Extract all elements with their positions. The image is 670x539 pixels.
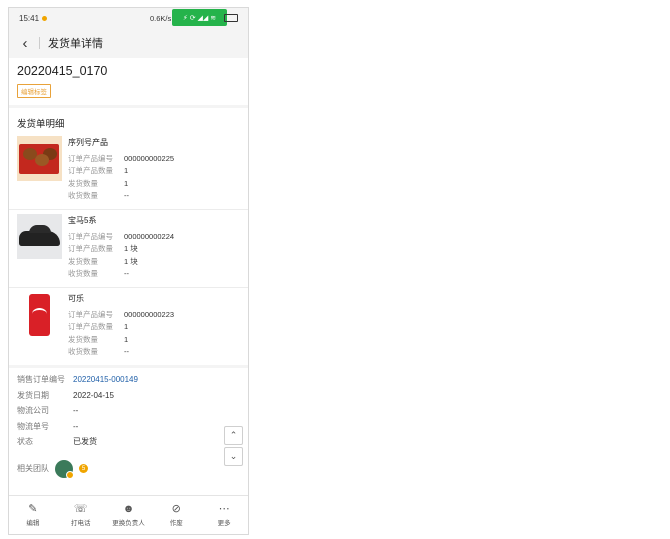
phone-screen: 15:41 0.6K/s ⚡ ⟳ ◢◢ ≋ ‹ 发货单详情 20220415_0… — [8, 7, 249, 535]
chevron-up-icon: ⌃ — [229, 430, 238, 440]
pencil-icon: ✎ — [28, 503, 38, 515]
product-thumbnail — [17, 214, 62, 259]
field-label: 收货数量 — [68, 269, 98, 279]
details-section: 销售订单编号 20220415-000149 发货日期 2022-04-15 物流公… — [9, 368, 248, 497]
edit-button[interactable]: ✎ 编辑 — [9, 496, 57, 534]
status-bar: 15:41 0.6K/s ⚡ ⟳ ◢◢ ≋ — [9, 8, 248, 28]
field-label: 订单产品数量 — [68, 322, 113, 332]
bottom-toolbar: ✎ 编辑 ☏ 打电话 ☻ 更换负责人 ⊘ 作废 ⋯ 更多 — [9, 495, 248, 534]
user-swap-icon: ☻ — [122, 503, 135, 515]
section-title: 发货单明细 — [17, 119, 65, 130]
doc-header: 20220415_0170 编辑标签 — [9, 58, 248, 105]
field-label: 订单产品数量 — [68, 166, 113, 176]
product-row[interactable]: 可乐 订单产品编号 000000000223 订单产品数量 1 发货数量 1 收货数量… — [9, 288, 248, 365]
field-value: 1 块 — [124, 244, 138, 254]
edit-tag-button[interactable]: 编辑标签 — [17, 84, 51, 98]
product-row[interactable]: 宝马5系 订单产品编号 000000000224 订单产品数量 1 块 发货数量 1 … — [9, 210, 248, 288]
more-label: 更多 — [217, 520, 231, 527]
status-toast: ⚡ ⟳ ◢◢ ≋ — [172, 9, 227, 26]
scroll-up-button[interactable]: ⌃ — [224, 426, 243, 445]
field-value: 000000000224 — [124, 231, 175, 241]
field-label: 收货数量 — [68, 191, 98, 201]
items-section: 发货单明细 序列号产品 订单产品编号 000000000225 订单产品数量 1 发… — [9, 108, 248, 365]
field-label: 发货数量 — [68, 334, 98, 344]
field-value: 000000000223 — [124, 309, 175, 319]
field-label: 发货数量 — [68, 178, 98, 188]
scroll-down-button[interactable]: ⌄ — [224, 447, 243, 466]
field-label: 收货数量 — [68, 347, 98, 357]
field-label: 订单产品编号 — [68, 309, 113, 319]
field-value: 1 块 — [124, 256, 138, 266]
field-value: -- — [124, 269, 129, 279]
team-count-badge: 5 — [79, 464, 88, 473]
status-label: 状态 — [17, 437, 33, 447]
ship-date-value: 2022-04-15 — [73, 390, 114, 400]
logistics-company-label: 物流公司 — [17, 406, 49, 416]
ban-icon: ⊘ — [171, 503, 181, 515]
nav-divider — [39, 37, 40, 49]
field-value: 1 — [124, 178, 129, 188]
sales-order-label: 销售订单编号 — [17, 375, 65, 385]
void-button[interactable]: ⊘ 作废 — [152, 496, 200, 534]
network-speed: 0.6K/s — [150, 14, 172, 23]
product-name: 序列号产品 — [68, 138, 108, 147]
sales-order-link[interactable]: 20220415-000149 — [73, 375, 138, 384]
change-owner-button[interactable]: ☻ 更换负责人 — [105, 496, 153, 534]
logistics-company-value: -- — [73, 406, 79, 416]
chevron-left-icon[interactable]: ‹ — [13, 35, 37, 52]
field-label: 订单产品编号 — [68, 231, 113, 241]
call-button[interactable]: ☏ 打电话 — [57, 496, 105, 534]
product-thumbnail — [17, 136, 62, 181]
product-name: 宝马5系 — [68, 216, 97, 225]
status-time: 15:41 — [19, 13, 40, 23]
notification-dot-icon — [42, 15, 48, 21]
call-label: 打电话 — [70, 520, 91, 527]
field-label: 订单产品数量 — [68, 244, 113, 254]
field-value: 1 — [124, 166, 129, 176]
more-button[interactable]: ⋯ 更多 — [200, 496, 248, 534]
status-value: 已发货 — [73, 437, 97, 447]
battery-icon — [224, 14, 238, 22]
field-value: -- — [124, 347, 129, 357]
ship-date-label: 发货日期 — [17, 390, 49, 400]
field-label: 发货数量 — [68, 256, 98, 266]
logistics-number-value: -- — [73, 421, 79, 431]
page-title: 发货单详情 — [48, 38, 103, 50]
field-value: -- — [124, 191, 129, 201]
field-value: 1 — [124, 322, 129, 332]
more-dots-icon: ⋯ — [218, 503, 230, 515]
logistics-number-label: 物流单号 — [17, 421, 49, 431]
nav-bar: ‹ 发货单详情 — [9, 28, 248, 58]
void-label: 作废 — [169, 520, 183, 527]
field-value: 000000000225 — [124, 153, 175, 163]
field-value: 1 — [124, 334, 129, 344]
product-thumbnail — [17, 292, 62, 337]
phone-icon: ☏ — [73, 503, 88, 515]
team-label: 相关团队 — [17, 464, 49, 473]
product-row[interactable]: 序列号产品 订单产品编号 000000000225 订单产品数量 1 发货数量 1 收… — [9, 132, 248, 210]
avatar[interactable] — [55, 459, 74, 479]
chevron-down-icon: ⌄ — [229, 451, 238, 461]
product-name: 可乐 — [68, 294, 84, 303]
edit-label: 编辑 — [26, 520, 40, 527]
doc-number: 20220415_0170 — [17, 64, 108, 78]
change-owner-label: 更换负责人 — [112, 520, 145, 527]
field-label: 订单产品编号 — [68, 153, 113, 163]
